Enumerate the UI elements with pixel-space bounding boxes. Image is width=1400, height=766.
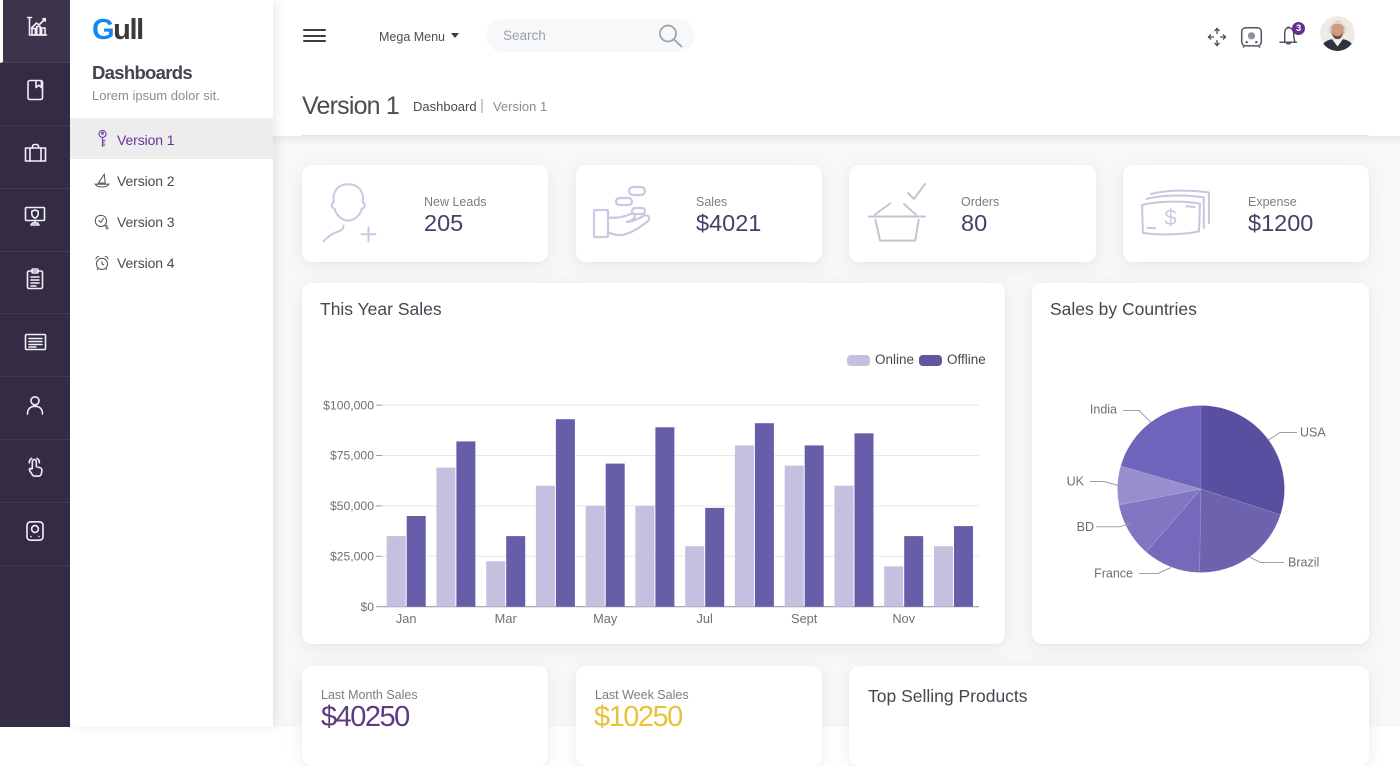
svg-text:Nov: Nov — [892, 611, 915, 626]
svg-text:$50,000: $50,000 — [330, 499, 374, 513]
svg-text:Jul: Jul — [697, 611, 713, 626]
svg-text:USA: USA — [1300, 426, 1326, 440]
svg-text:$: $ — [1164, 205, 1176, 230]
svg-text:France: France — [1094, 567, 1133, 581]
svg-text:$100,000: $100,000 — [323, 398, 374, 412]
svg-text:UK: UK — [1067, 475, 1085, 489]
svg-text:$0: $0 — [360, 600, 374, 614]
svg-text:Jan: Jan — [396, 611, 417, 626]
svg-text:$75,000: $75,000 — [330, 449, 374, 463]
svg-text:Brazil: Brazil — [1288, 556, 1319, 570]
svg-text:India: India — [1090, 403, 1117, 417]
svg-text:Mar: Mar — [495, 611, 518, 626]
svg-text:BD: BD — [1077, 520, 1094, 534]
svg-text:$25,000: $25,000 — [330, 550, 374, 564]
svg-text:May: May — [593, 611, 618, 626]
svg-text:Sept: Sept — [791, 611, 818, 626]
